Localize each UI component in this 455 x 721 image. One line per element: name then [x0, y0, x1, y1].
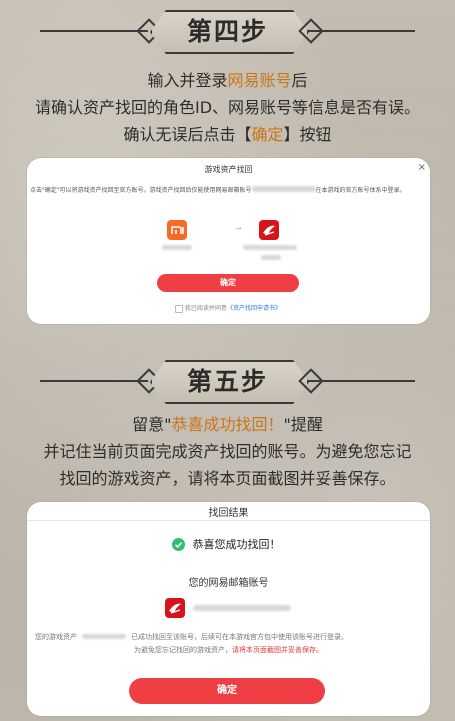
masked-email [251, 186, 316, 192]
banner-line-left [40, 30, 148, 32]
step4-line3: 确认无误后点击【确定】按钮 [0, 122, 455, 148]
dialog-title: 游戏资产找回 [204, 165, 253, 174]
masked-netease-account [193, 605, 291, 611]
banner-line-right [307, 380, 415, 382]
banner-line-left [40, 380, 148, 382]
netease-mail-logo-icon [259, 220, 279, 240]
masked-netease-account [243, 245, 297, 250]
recovery-result-card: 找回结果 恭喜您成功找回！ 您的网易邮箱账号 您的游戏资产 已成功找回至该账号，后… [27, 502, 430, 716]
agreement-link[interactable]: 《资产找回申请书》 [227, 305, 281, 312]
step4-line1: 输入并登录网易账号后 [0, 68, 455, 94]
mi-logo-icon [167, 220, 187, 240]
text: 确认无误后点击【 [123, 125, 252, 144]
success-row: 恭喜您成功找回！ [172, 536, 281, 552]
step4-line2: 请确认资产找回的角色ID、网易账号等信息是否有误。 [34, 98, 421, 117]
result-info-line1: 您的游戏资产 已成功找回至该账号，后续可在本游戏官方包中使用该账号进行登录。 [35, 632, 425, 643]
result-confirm-button[interactable]: 确定 [129, 678, 325, 704]
text: "提醒 [283, 415, 323, 434]
dialog-body: 点击"确定"可以将游戏资产找回至官方账号。游戏资产找回后仅能使用网易邮箱账号 在本… [30, 186, 427, 195]
text: 点击"确定"可以将游戏资产找回至官方账号。游戏资产找回后仅能使用网易邮箱账号 [30, 187, 252, 194]
step4-banner: 第四步 [0, 8, 455, 56]
highlight: 网易账号 [227, 71, 292, 90]
step5-line3: 找回的游戏资产，请将本页面截图并妥善保存。 [59, 469, 396, 488]
text: 】按钮 [283, 125, 332, 144]
result-title: 找回结果 [208, 508, 249, 519]
screenshot-warning: 请将本页面截图并妥善保存。 [232, 646, 323, 654]
success-text: 恭喜您成功找回！ [192, 538, 281, 551]
highlight: 确定 [251, 125, 284, 144]
masked-asset-id [82, 634, 126, 639]
asset-recovery-dialog: 游戏资产找回 × 点击"确定"可以将游戏资产找回至官方账号。游戏资产找回后仅能使… [27, 158, 430, 324]
divider [27, 520, 430, 521]
account-label: 您的网易邮箱账号 [188, 578, 269, 589]
text: 您的游戏资产 [35, 633, 77, 641]
check-circle-icon [172, 537, 185, 551]
close-icon[interactable]: × [418, 162, 426, 173]
step4-title: 第四步 [186, 17, 268, 46]
step5-banner: 第五步 [0, 358, 455, 406]
banner-line-right [307, 30, 415, 32]
masked-mi-account [162, 245, 192, 250]
step5-title: 第五步 [186, 367, 268, 396]
step5-line2: 并记住当前页面完成资产找回的账号。为避免您忘记 [43, 442, 412, 461]
masked-netease-account-2 [261, 255, 281, 260]
text: 后 [291, 71, 308, 90]
agreement-row: 我已阅读并同意《资产找回申请书》 [175, 303, 281, 313]
step5-line1: 留意"恭喜成功找回！"提醒 [0, 412, 455, 438]
arrow-icon: → [235, 224, 242, 233]
text: 在本游戏的官方账号体系中登录。 [315, 187, 406, 194]
text: 已成功找回至该账号，后续可在本游戏官方包中使用该账号进行登录。 [131, 633, 348, 641]
dialog-confirm-button[interactable]: 确定 [157, 274, 299, 292]
result-info-line2: 为避免您忘记找回的游戏资产，请将本页面截图并妥善保存。 [27, 645, 430, 655]
agreement-checkbox[interactable] [175, 304, 183, 313]
text: 输入并登录 [147, 71, 228, 90]
text: 为避免您忘记找回的游戏资产， [134, 646, 232, 654]
netease-mail-logo-icon [165, 598, 185, 618]
highlight: 恭喜成功找回！ [171, 415, 284, 434]
checkbox-label: 我已阅读并同意 [184, 305, 227, 312]
text: 留意" [132, 415, 172, 434]
